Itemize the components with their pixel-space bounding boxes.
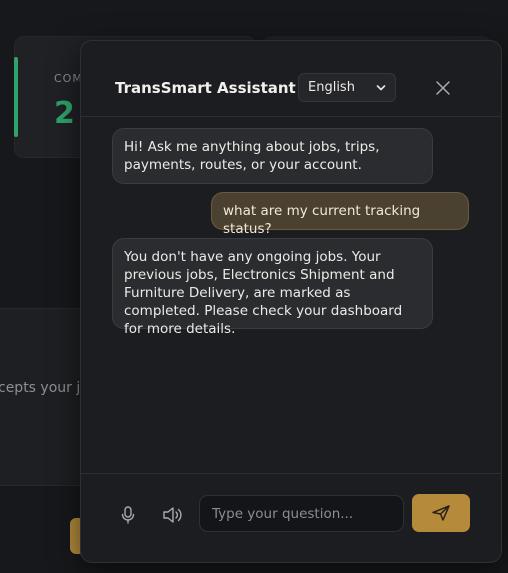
question-input[interactable] [199, 495, 404, 532]
speaker-icon[interactable] [162, 505, 184, 525]
stat-label: COM [54, 72, 83, 85]
assistant-header: TransSmart Assistant English [81, 41, 501, 117]
close-icon[interactable] [433, 78, 453, 98]
background-panel-text: cepts your jo [0, 380, 82, 396]
background-panel [0, 308, 90, 486]
stat-value: 2 [54, 96, 75, 131]
microphone-icon[interactable] [118, 505, 138, 525]
send-icon [432, 505, 450, 521]
stat-accent-bar [14, 57, 18, 137]
assistant-chat-panel: TransSmart Assistant English Hi! Ask me … [80, 40, 502, 563]
language-selected-value: English [308, 80, 355, 95]
chevron-down-icon [376, 85, 386, 91]
send-button[interactable] [412, 494, 470, 532]
bot-message: Hi! Ask me anything about jobs, trips, p… [112, 128, 433, 184]
assistant-title: TransSmart Assistant [115, 79, 296, 97]
user-message: what are my current tracking status? [211, 192, 469, 237]
assistant-input-bar [81, 473, 501, 562]
language-select[interactable]: English [298, 73, 396, 102]
bot-message: You don't have any ongoing jobs. Your pr… [112, 238, 433, 337]
